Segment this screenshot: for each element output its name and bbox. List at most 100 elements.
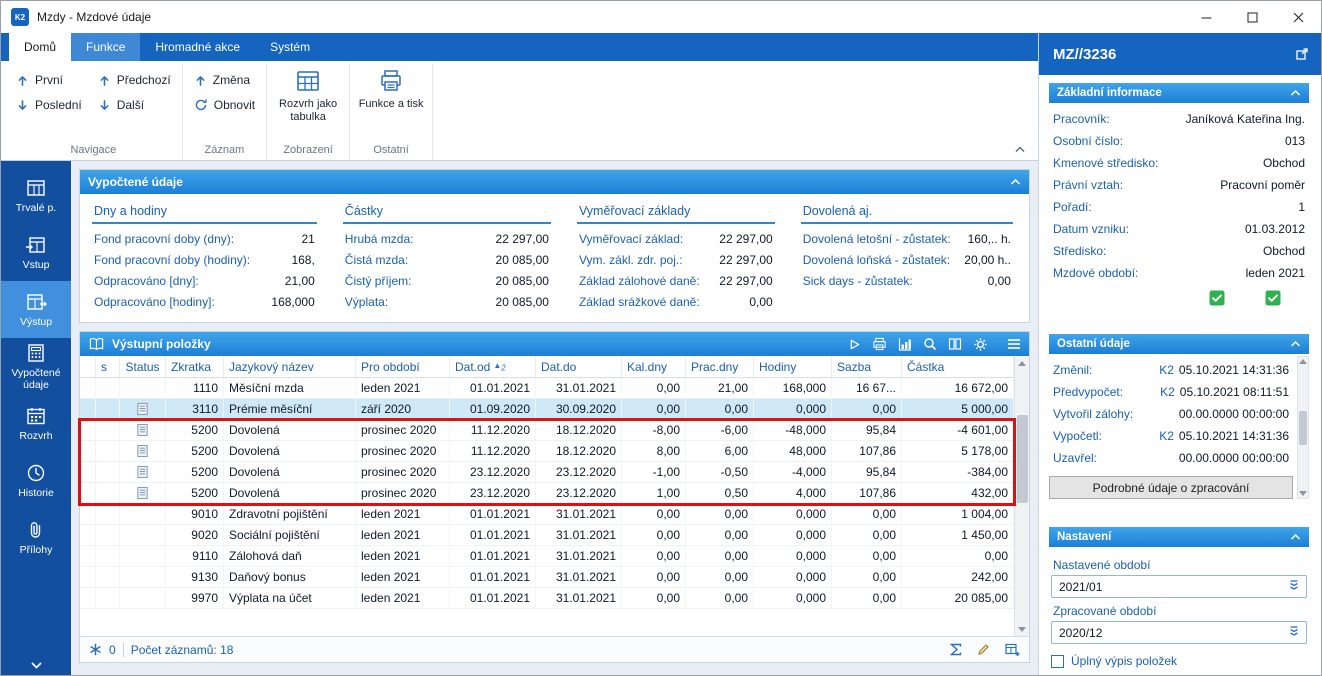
gear-icon[interactable] (973, 337, 988, 352)
table-settings-button[interactable] (1005, 643, 1020, 657)
column-header-kal_dny[interactable]: Kal.dny (622, 356, 686, 377)
sidebar-item-historie[interactable]: Historie (1, 452, 71, 509)
processing-details-button[interactable]: Podrobné údaje o zpracování (1049, 476, 1293, 499)
paperclip-icon (25, 519, 47, 541)
full-listing-checkbox[interactable]: Úplný výpis položek (1049, 654, 1309, 668)
table-scrollbar[interactable] (1014, 356, 1029, 636)
tab-hromadne-akce[interactable]: Hromadné akce (140, 33, 255, 61)
column-header-zkratka[interactable]: Zkratka (166, 356, 224, 377)
window-controls (1183, 1, 1321, 33)
column-header-hodiny[interactable]: Hodiny (754, 356, 832, 377)
collapse-computed-button[interactable] (1010, 178, 1021, 186)
chart-icon[interactable] (898, 337, 912, 351)
table-row[interactable]: 5200Dovolenáprosinec 202011.12.202018.12… (80, 420, 1014, 441)
sidebar-item-vstup[interactable]: Vstup (1, 224, 71, 281)
table-row[interactable]: 9110Zálohová daňleden 202101.01.202131.0… (80, 546, 1014, 567)
table-menu-button[interactable] (1007, 338, 1021, 350)
sidebar-item-label: Rozvrh (19, 430, 52, 442)
column-header-sazba[interactable]: Sazba (832, 356, 902, 377)
collapse-other-button[interactable] (1290, 340, 1301, 348)
first-button[interactable]: První (13, 72, 85, 88)
period-combobox[interactable]: 2021/01 (1051, 575, 1307, 598)
cell-castka: -384,00 (902, 462, 1014, 482)
sidebar-item-prilohy[interactable]: Přílohy (1, 509, 71, 566)
functions-print-button[interactable]: Funkce a tisk (358, 63, 424, 111)
column-header-s[interactable]: s (96, 356, 120, 377)
edit-button[interactable] (977, 643, 990, 656)
collapse-ribbon-button[interactable] (1014, 142, 1026, 156)
book-icon (88, 337, 105, 351)
cell-prac_dny: 0,00 (686, 504, 754, 524)
play-icon[interactable] (848, 338, 861, 351)
next-button[interactable]: Další (95, 97, 174, 113)
cell-prac_dny: 0,00 (686, 525, 754, 545)
cell-s (96, 504, 120, 524)
scroll-down-button[interactable] (1015, 622, 1029, 636)
tab-domu[interactable]: Domů (9, 33, 71, 61)
footer-divider (123, 643, 124, 657)
cell-sazba: 107,86 (832, 483, 902, 503)
previous-button[interactable]: Předchozí (95, 72, 174, 88)
column-header-dat_do[interactable]: Dat.do (536, 356, 622, 377)
basic-info-rows: Pracovník:Janíková Kateřina Ing.Osobní č… (1049, 103, 1309, 284)
table-plus-icon (1005, 643, 1020, 657)
detail-scrollbar[interactable] (1297, 356, 1309, 499)
computed-label: Odpracováno [dny]: (94, 274, 199, 288)
tab-system[interactable]: Systém (255, 33, 325, 61)
columns-icon[interactable] (948, 337, 962, 351)
info-row: Vypočetl:K205.10.2021 14:31:36 (1051, 425, 1291, 447)
table-row[interactable]: 9130Daňový bonusleden 202101.01.202131.0… (80, 567, 1014, 588)
sum-button[interactable] (950, 643, 962, 656)
scrollbar-thumb[interactable] (1017, 415, 1028, 503)
table-row[interactable]: 9020Sociální pojištěníleden 202101.01.20… (80, 525, 1014, 546)
table-row[interactable]: 9010Zdravotní pojištěníleden 202101.01.2… (80, 504, 1014, 525)
refresh-button[interactable]: Obnovit (191, 97, 258, 113)
tab-funkce[interactable]: Funkce (71, 33, 140, 61)
table-row[interactable]: 5200Dovolenáprosinec 202011.12.202018.12… (80, 441, 1014, 462)
table-row[interactable]: 5200Dovolenáprosinec 202023.12.202023.12… (80, 483, 1014, 504)
table-row[interactable]: 9970Výplata na účetleden 202101.01.20213… (80, 588, 1014, 609)
schedule-as-table-button[interactable]: Rozvrh jako tabulka (275, 63, 341, 123)
table-row[interactable]: 1110Měsíční mzdaleden 202101.01.202131.0… (80, 378, 1014, 399)
table-row[interactable]: 5200Dovolenáprosinec 202023.12.202023.12… (80, 462, 1014, 483)
row-selector-cell (80, 546, 96, 566)
column-header-nazev[interactable]: Jazykový název (224, 356, 356, 377)
sidebar-item-trvale-p[interactable]: Trvalé p. (1, 167, 71, 224)
collapse-settings-button[interactable] (1290, 533, 1301, 541)
column-header-dat_od[interactable]: Dat.od▲2 (450, 356, 536, 377)
computed-label: Základ srážkové daně: (579, 295, 700, 309)
column-header-prac_dny[interactable]: Prac.dny (686, 356, 754, 377)
cell-zkratka: 3110 (166, 399, 224, 419)
open-in-window-button[interactable] (1295, 47, 1309, 61)
sidebar-item-rozvrh[interactable]: Rozvrh (1, 395, 71, 452)
sidebar-expand-button[interactable] (1, 661, 71, 670)
sidebar-item-vypoctene-udaje[interactable]: Vypočtené údaje (1, 338, 71, 395)
scrollbar-thumb[interactable] (1299, 411, 1307, 445)
info-value: K205.10.2021 14:31:36 (1159, 429, 1289, 443)
column-header-obdobi[interactable]: Pro období (356, 356, 450, 377)
change-button[interactable]: Změna (191, 72, 258, 88)
cell-status (120, 462, 166, 482)
maximize-button[interactable] (1229, 1, 1275, 33)
column-header-castka[interactable]: Částka (902, 356, 1014, 377)
sidebar-item-vystup[interactable]: Výstup (1, 281, 71, 338)
table-row[interactable]: 3110Prémie měsíčnízáří 202001.09.202030.… (80, 399, 1014, 420)
last-button[interactable]: Poslední (13, 97, 85, 113)
scroll-up-button[interactable] (1015, 356, 1029, 370)
collapse-basic-button[interactable] (1290, 89, 1301, 97)
arrow-up-icon (98, 74, 111, 87)
period-combobox[interactable]: 2020/12 (1051, 621, 1307, 644)
computed-row: Odpracováno [dny]:21,00 (92, 270, 317, 291)
sigma-icon (950, 643, 962, 656)
computed-label: Fond pracovní doby (dny): (94, 232, 234, 246)
search-icon[interactable] (923, 337, 937, 351)
scrollbar-track[interactable] (1015, 370, 1029, 622)
field-label: Nastavené období (1053, 558, 1307, 572)
minimize-button[interactable] (1183, 1, 1229, 33)
ribbon-group-ostatni: Funkce a tisk Ostatní (350, 63, 433, 160)
column-header-label: Status (125, 360, 159, 374)
print-icon[interactable] (872, 337, 887, 351)
computed-value: 22 297,00 (719, 274, 772, 288)
close-button[interactable] (1275, 1, 1321, 33)
column-header-status[interactable]: Status (120, 356, 166, 377)
